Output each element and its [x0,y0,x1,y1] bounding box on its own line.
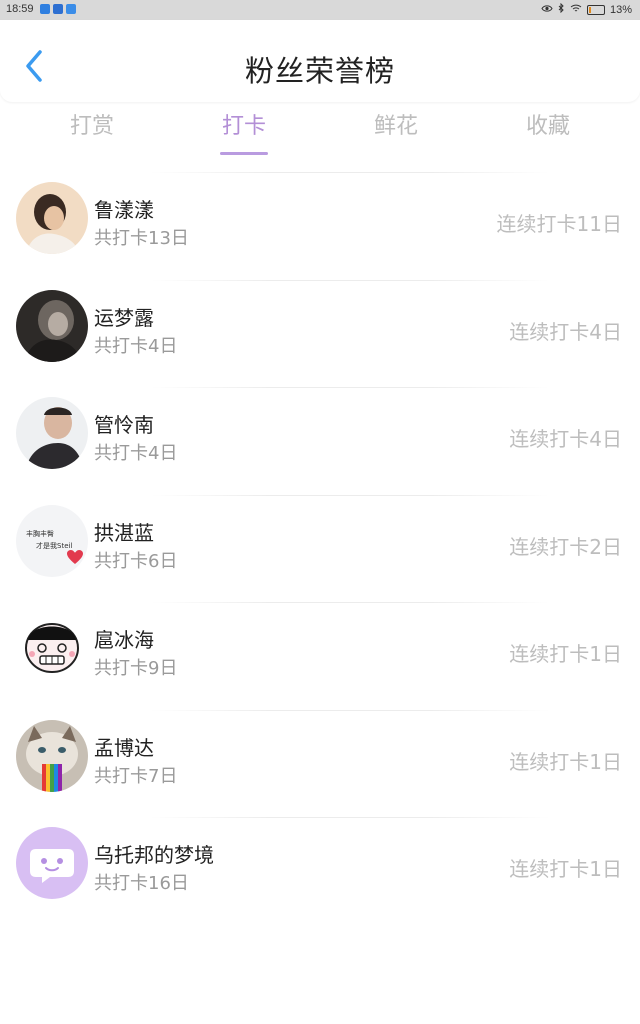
tab-label: 鲜花 [373,114,418,139]
avatar[interactable] [16,612,88,684]
fan-list: 鲁漾漾 共打卡13日 连续打卡11日 运梦露 共打卡4日 连续打卡4日 管怜南 … [0,168,640,921]
divider [150,817,550,818]
list-item[interactable]: 运梦露 共打卡4日 连续打卡4日 [0,276,640,384]
fan-name: 孟博达 [94,735,154,760]
avatar[interactable] [16,719,88,792]
avatar[interactable] [16,289,88,362]
tab-label: 打赏 [69,114,114,139]
battery-percent: 13% [609,3,632,16]
tab-checkin[interactable]: 打卡 [194,108,294,156]
total-checkin: 共打卡6日 [94,550,178,572]
status-right: 13% [541,2,632,16]
streak-checkin: 连续打卡1日 [509,642,622,666]
divider [150,709,550,711]
fan-name: 鲁漾漾 [94,198,154,222]
total-checkin: 共打卡7日 [94,765,178,787]
avatar-caption: 丰胸丰臀 [26,529,54,538]
avatar[interactable] [16,827,88,899]
fan-name: 扈冰海 [94,628,154,652]
list-item[interactable]: 管怜南 共打卡4日 连续打卡4日 [0,383,640,491]
tab-favorites[interactable]: 收藏 [498,108,598,156]
total-checkin: 共打卡4日 [94,443,178,464]
avatar[interactable] [16,397,88,469]
streak-checkin: 连续打卡11日 [496,212,622,236]
divider [150,387,550,388]
fan-name: 拱湛蓝 [94,520,154,545]
total-checkin: 共打卡9日 [94,658,178,679]
streak-checkin: 连续打卡4日 [509,427,622,451]
bluetooth-icon [558,2,565,16]
streak-checkin: 连续打卡2日 [509,534,622,559]
list-item[interactable]: 乌托邦的梦境 共打卡16日 连续打卡1日 [0,813,640,921]
divider [150,172,550,173]
list-item[interactable]: 丰胸丰臀 才是我Steil 拱湛蓝 共打卡6日 连续打卡2日 [0,491,640,599]
tab-label: 收藏 [525,114,570,139]
divider [150,279,550,281]
streak-checkin: 连续打卡1日 [509,857,622,881]
wifi-icon [570,4,582,16]
page-title: 粉丝荣誉榜 [244,54,395,88]
avatar[interactable]: 丰胸丰臀 才是我Steil [16,504,88,577]
total-checkin: 共打卡13日 [94,228,189,249]
tab-bar: 打赏 打卡 鲜花 收藏 [0,108,640,158]
fan-name: 运梦露 [94,305,154,330]
divider [150,494,550,496]
list-item[interactable]: 扈冰海 共打卡9日 连续打卡1日 [0,598,640,706]
total-checkin: 共打卡4日 [94,335,178,357]
streak-checkin: 连续打卡4日 [509,319,622,344]
tab-active-indicator [220,152,268,155]
streak-checkin: 连续打卡1日 [509,749,622,774]
list-item[interactable]: 鲁漾漾 共打卡13日 连续打卡11日 [0,168,640,276]
eye-icon [541,4,553,16]
status-time: 18:59 [6,3,34,15]
avatar[interactable] [16,182,88,254]
tab-reward[interactable]: 打赏 [42,108,142,156]
fan-name: 管怜南 [94,413,154,437]
fan-name: 乌托邦的梦境 [94,843,214,867]
header: 粉丝荣誉榜 [0,20,640,102]
total-checkin: 共打卡16日 [94,873,189,894]
list-item[interactable]: 孟博达 共打卡7日 连续打卡1日 [0,706,640,814]
notification-app-icon [66,4,76,14]
heart-icon [67,549,83,564]
notification-app-icon [40,4,50,14]
tab-label: 打卡 [221,114,266,139]
divider [150,602,550,603]
tab-flowers[interactable]: 鲜花 [346,108,446,156]
battery-level [588,6,591,13]
status-bar: 18:59 13% [0,0,640,20]
notification-app-icon [53,4,63,14]
battery-icon [586,4,605,15]
